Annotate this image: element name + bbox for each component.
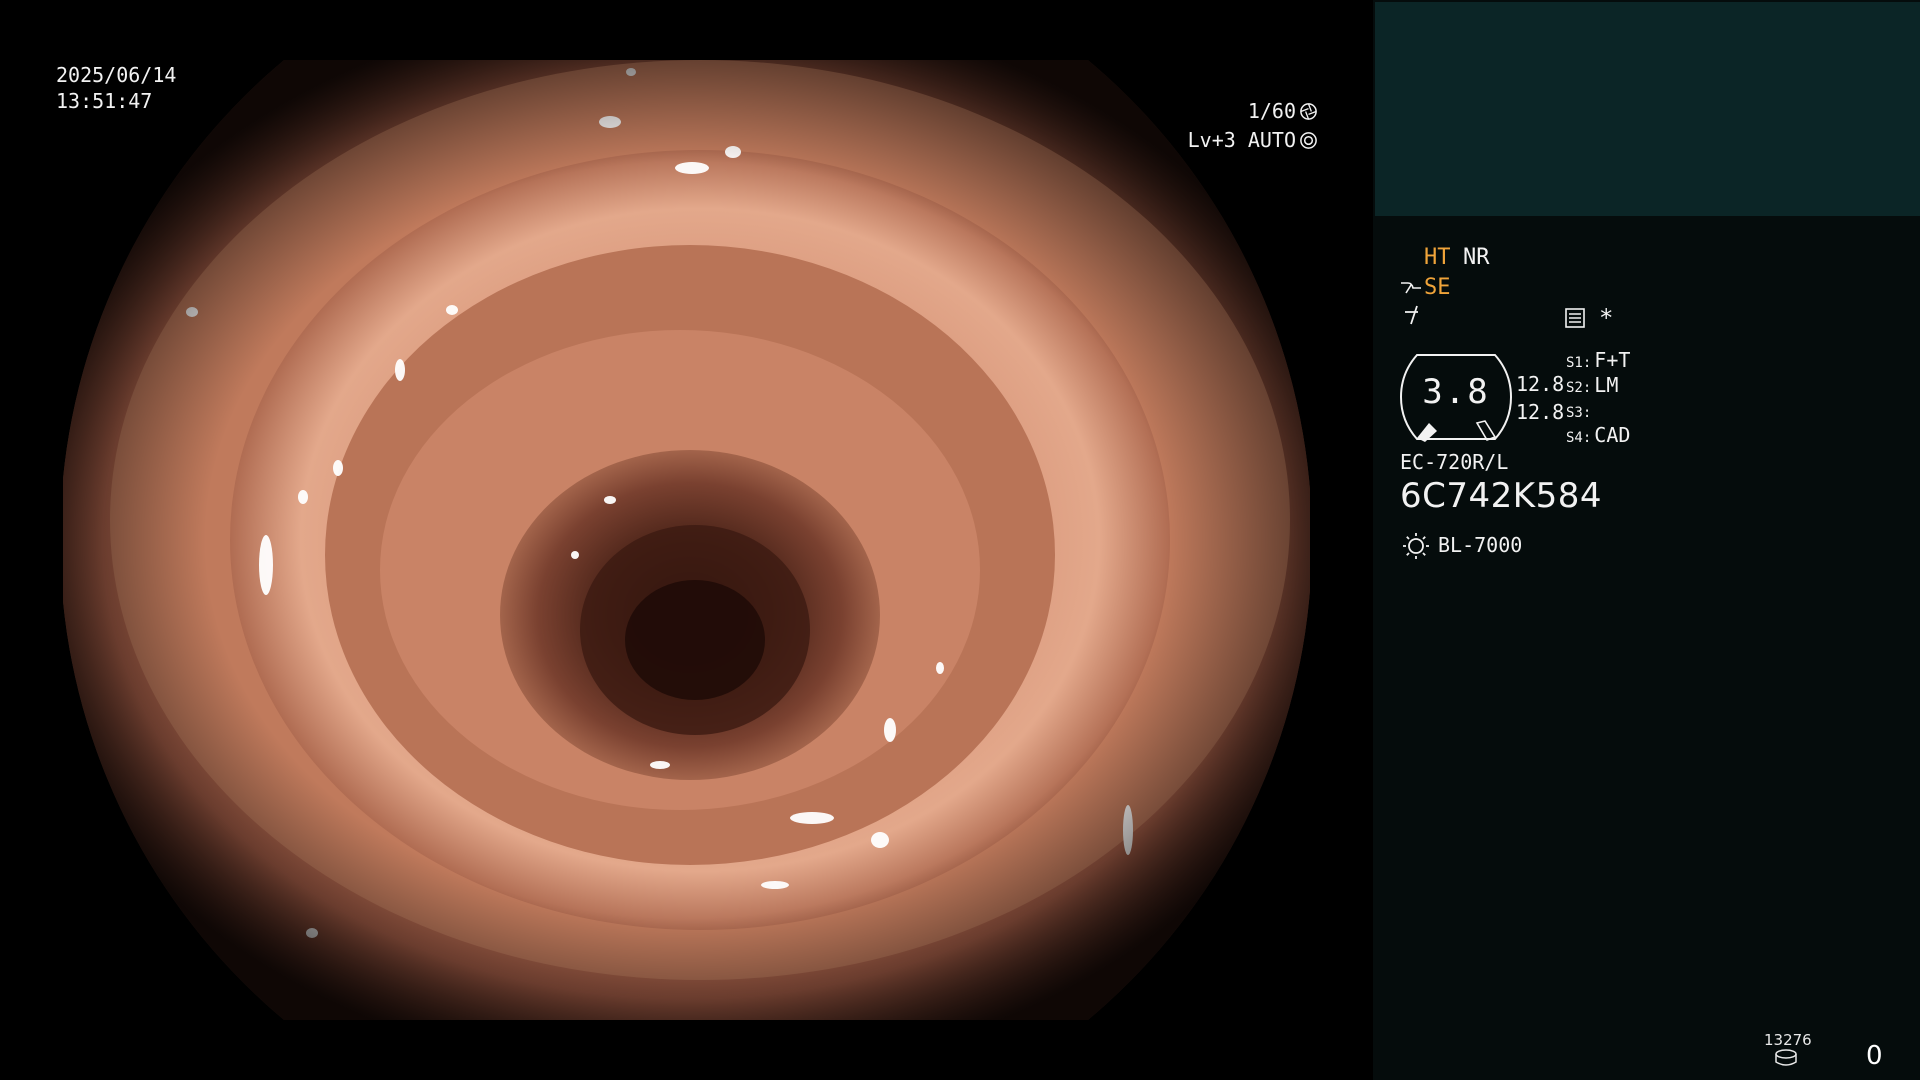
switch-1-setting: S1: F+T: [1566, 348, 1630, 375]
switch-key: S3:: [1566, 405, 1592, 421]
structure-enhancement-indicator: SE: [1400, 274, 1451, 302]
light-source-icon: [1403, 533, 1429, 559]
shutter-speed-label: 1/60: [1247, 99, 1296, 123]
switch-3-setting: S3:: [1566, 398, 1594, 425]
gauge-value: 3.8: [1422, 372, 1490, 412]
switch-key: S1:: [1566, 355, 1592, 371]
light-source-label: BL-7000: [1438, 533, 1523, 557]
value-b-label: 12.8: [1516, 400, 1565, 424]
endoscopic-image: [63, 60, 1310, 1020]
brightness-level-label: Lv+3 AUTO: [1187, 128, 1296, 152]
switch-key: S4:: [1566, 430, 1592, 446]
date-label: 2025/06/14: [56, 63, 177, 87]
scope-serial-label: 6C742K584: [1400, 476, 1602, 516]
switch-4-setting: S4: CAD: [1566, 423, 1630, 450]
aperture-icon: [1300, 131, 1317, 149]
switch-value: F+T: [1594, 348, 1631, 372]
time-label: 13:51:47: [56, 89, 153, 113]
nr-mode-label: NR: [1463, 245, 1490, 270]
se-mode-label: SE: [1424, 275, 1451, 300]
enhancement-curve-icon: [1401, 282, 1421, 294]
thumbnail-area: [1375, 2, 1920, 216]
memo-icon: [1564, 307, 1586, 337]
capture-counter: 0: [1866, 1041, 1883, 1071]
edge-enhancement-icon: [1402, 304, 1422, 334]
switch-value: LM: [1594, 373, 1619, 397]
endoscope-viewport: 2025/06/14 13:51:47 1/60 Lv+3 AUTO: [0, 0, 1373, 1080]
scope-model-label: EC-720R/L: [1400, 450, 1509, 474]
light-source-indicator: BL-7000: [1402, 531, 1522, 559]
switch-2-setting: S2: LM: [1566, 373, 1618, 400]
level-indicator: Lv+3 AUTO: [1188, 127, 1318, 153]
value-a-label: 12.8: [1516, 372, 1565, 396]
image-count-label: 13276: [1764, 1031, 1812, 1049]
ht-mode-label: HT: [1424, 245, 1451, 270]
asterisk-marker: *: [1599, 304, 1614, 332]
iris-icon: [1300, 102, 1317, 120]
shutter-indicator: 1/60: [1248, 98, 1318, 124]
switch-value: CAD: [1594, 423, 1631, 447]
switch-key: S2:: [1566, 380, 1592, 396]
storage-icon: [1775, 1049, 1797, 1066]
